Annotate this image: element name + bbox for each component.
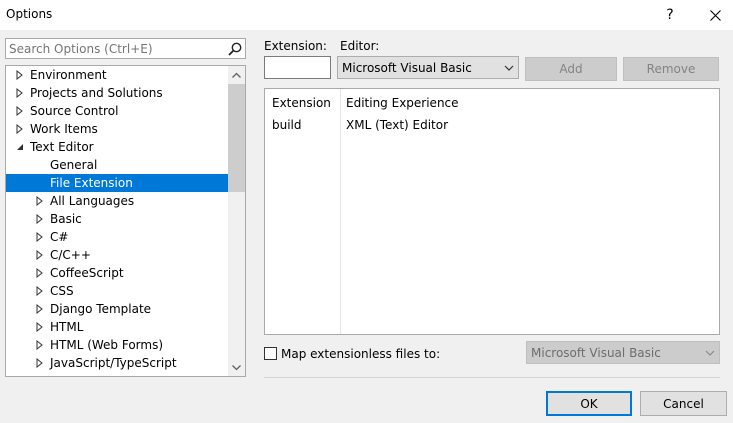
chevron-down-icon [232,364,241,370]
editor-selected-value: Microsoft Visual Basic [342,61,472,75]
tree-item-label: HTML [50,320,84,334]
tree-item[interactable]: Text Editor [6,138,228,156]
tree-item[interactable]: JavaScript/TypeScript [6,354,228,372]
tree-item-label: Source Control [30,104,119,118]
extension-label: Extension: [264,39,327,53]
expand-arrow-icon[interactable] [15,88,25,98]
help-icon: ? [666,7,674,23]
expand-arrow-icon[interactable] [35,268,45,278]
tree-item[interactable]: Environment [6,66,228,84]
tree-item[interactable]: HTML [6,318,228,336]
map-selected-value: Microsoft Visual Basic [531,346,661,360]
close-icon [709,9,721,21]
search-icon[interactable] [227,41,243,57]
tree-item-label: Work Items [30,122,98,136]
expand-arrow-icon[interactable] [35,304,45,314]
extension-input[interactable] [264,56,331,79]
tree-item[interactable]: CoffeeScript [6,264,228,282]
tree-item-label: Basic [50,212,82,226]
row-extension: build [272,118,302,132]
expand-arrow-icon[interactable] [35,286,45,296]
chevron-up-icon [232,72,241,78]
tree-item-label: CoffeeScript [50,266,124,280]
tree-item-label: File Extension [50,176,133,190]
tree-item[interactable]: CSS [6,282,228,300]
map-extensionless-select[interactable]: Microsoft Visual Basic [526,341,720,364]
chevron-down-icon [504,65,514,71]
column-header-editing-experience[interactable]: Editing Experience [346,96,459,110]
ok-button[interactable]: OK [546,391,632,416]
search-box[interactable] [5,38,246,59]
scroll-down-button[interactable] [228,359,245,376]
map-extensionless-label: Map extensionless files to: [281,347,441,361]
expand-arrow-icon[interactable] [35,250,45,260]
tree-item-label: Projects and Solutions [30,86,163,100]
collapse-arrow-icon[interactable] [15,142,25,152]
tree-item[interactable]: Basic [6,210,228,228]
tree-item-label: HTML (Web Forms) [50,338,164,352]
separator [264,377,720,378]
tree-item-label: Environment [30,68,107,82]
tree-item-label: JavaScript/TypeScript [50,356,177,370]
expand-arrow-icon[interactable] [35,196,45,206]
chevron-down-icon [705,350,715,356]
tree-item[interactable]: All Languages [6,192,228,210]
window-title: Options [6,7,53,21]
column-header-extension[interactable]: Extension [272,96,331,110]
expand-arrow-icon[interactable] [35,340,45,350]
expand-arrow-icon[interactable] [15,106,25,116]
tree-item[interactable]: C# [6,228,228,246]
extension-list[interactable]: Extension Editing Experience build XML (… [264,88,720,335]
expand-arrow-icon[interactable] [35,358,45,368]
options-tree[interactable]: Environment Projects and Solutions Source … [5,65,246,377]
scroll-up-button[interactable] [228,66,245,83]
row-editor: XML (Text) Editor [346,118,449,132]
tree-item[interactable]: Django Template [6,300,228,318]
tree-item[interactable]: General [6,156,228,174]
close-button[interactable] [697,0,733,30]
tree-item[interactable]: Source Control [6,102,228,120]
editor-select[interactable]: Microsoft Visual Basic [337,56,519,79]
expand-arrow-icon[interactable] [35,232,45,242]
search-input[interactable] [9,40,219,57]
tree-item[interactable]: File Extension [6,174,228,192]
help-button[interactable]: ? [652,0,688,30]
add-button[interactable]: Add [525,57,617,81]
tree-item-label: C/C++ [50,248,91,262]
tree-item[interactable]: C/C++ [6,246,228,264]
expand-arrow-icon[interactable] [35,322,45,332]
tree-scrollbar[interactable] [228,66,245,376]
editor-label: Editor: [340,39,380,53]
cancel-button[interactable]: Cancel [640,391,727,416]
expand-arrow-icon[interactable] [15,124,25,134]
title-bar: Options ? [0,0,733,30]
column-divider [340,89,341,334]
tree-item-label: Django Template [50,302,152,316]
expand-arrow-icon[interactable] [15,70,25,80]
remove-button[interactable]: Remove [623,57,719,81]
tree-item-label: General [50,158,98,172]
tree-item[interactable]: Work Items [6,120,228,138]
tree-item-label: C# [50,230,69,244]
tree-item[interactable]: Projects and Solutions [6,84,228,102]
tree-item-label: CSS [50,284,74,298]
expand-arrow-icon[interactable] [35,214,45,224]
map-extensionless-checkbox[interactable] [264,347,277,360]
scroll-thumb[interactable] [228,84,245,192]
tree-item-label: Text Editor [30,140,94,154]
tree-item-label: All Languages [50,194,135,208]
tree-item[interactable]: HTML (Web Forms) [6,336,228,354]
